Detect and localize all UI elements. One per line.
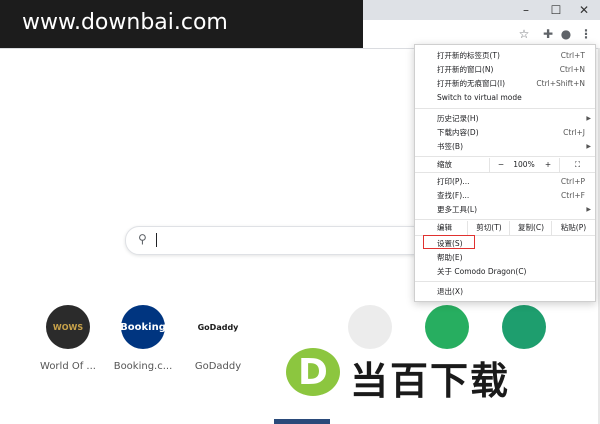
menu-separator — [415, 172, 595, 173]
menu-item-label: 查找(F)... — [437, 191, 470, 200]
shortcut-label: GoDaddy — [194, 361, 242, 372]
menu-item-label: 关于 Comodo Dragon(C) — [437, 267, 527, 276]
submenu-arrow-icon: ▶ — [586, 143, 591, 150]
menu-item-print[interactable]: 打印(P)... Ctrl+P — [415, 175, 595, 188]
menu-item-label: 打印(P)... — [437, 177, 470, 186]
shortcut-icon: WOWS — [46, 305, 90, 349]
menu-shortcut: Ctrl+N — [559, 65, 585, 74]
watermark-banner: www.downbai.com — [0, 0, 363, 48]
cut-button[interactable]: 剪切(T) — [467, 221, 510, 235]
menu-item-incognito[interactable]: 打开新的无痕窗口(I) Ctrl+Shift+N — [415, 77, 595, 90]
shortcut-label: World Of ... — [40, 361, 96, 372]
menu-item-label: 下载内容(D) — [437, 128, 479, 137]
menu-item-label: 打开新的无痕窗口(I) — [437, 79, 506, 88]
shortcut-tile[interactable]: WOWS World Of ... — [32, 305, 104, 372]
shortcut-icon: Booking — [120, 305, 166, 349]
menu-item-label: 退出(X) — [437, 287, 463, 296]
minimize-button[interactable]: – — [512, 0, 540, 20]
menu-separator — [415, 219, 595, 220]
shortcut-tile[interactable]: Booking Booking.c... — [107, 305, 179, 372]
shortcut-icon-text: GoDaddy — [197, 322, 239, 332]
bookmark-star-icon[interactable]: ☆ — [516, 26, 532, 42]
menu-item-new-window[interactable]: 打开新的窗口(N) Ctrl+N — [415, 63, 595, 76]
menu-item-exit[interactable]: 退出(X) — [415, 285, 595, 298]
taskbar-fragment — [274, 419, 330, 424]
menu-item-label: 缩放 — [437, 160, 452, 169]
shortcut-icon-partial[interactable] — [348, 305, 392, 349]
settings-highlight-box — [423, 235, 475, 249]
menu-item-virtual-mode[interactable]: Switch to virtual mode — [415, 91, 595, 104]
logo-text: 当百下载 — [350, 359, 511, 403]
logo-letter: D — [298, 351, 328, 393]
menu-shortcut: Ctrl+P — [560, 177, 585, 186]
menu-item-new-tab[interactable]: 打开新的标签页(T) Ctrl+T — [415, 49, 595, 62]
menu-item-downloads[interactable]: 下载内容(D) Ctrl+J — [415, 126, 595, 139]
submenu-arrow-icon: ▶ — [586, 206, 591, 213]
maximize-button[interactable]: ☐ — [542, 0, 570, 20]
menu-item-label: 更多工具(L) — [437, 205, 478, 214]
menu-separator — [415, 108, 595, 109]
menu-item-label: 历史记录(H) — [437, 114, 479, 123]
shortcut-icon-partial[interactable] — [502, 305, 546, 349]
shortcut-icon-text: Booking — [120, 321, 166, 333]
menu-icon[interactable]: ⋮ — [578, 26, 594, 42]
extensions-icon[interactable]: ✚ — [540, 26, 556, 42]
menu-separator — [415, 281, 595, 282]
search-icon: ⚲ — [138, 232, 147, 246]
menu-shortcut: Ctrl+F — [561, 191, 585, 200]
menu-shortcut: Ctrl+T — [560, 51, 585, 60]
browser-menu: 打开新的标签页(T) Ctrl+T 打开新的窗口(N) Ctrl+N 打开新的无… — [414, 44, 596, 302]
close-button[interactable]: ✕ — [570, 0, 598, 20]
shortcut-label: Booking.c... — [113, 361, 173, 372]
shortcut-icon: GoDaddy — [196, 305, 240, 349]
menu-shortcut: Ctrl+Shift+N — [536, 79, 585, 88]
menu-item-bookmarks[interactable]: 书签(B) ▶ — [415, 140, 595, 153]
brand-logo: D 当百下载 — [286, 346, 546, 403]
submenu-arrow-icon: ▶ — [586, 115, 591, 122]
menu-item-label: Switch to virtual mode — [437, 93, 522, 102]
shortcut-icon-text: WOWS — [52, 322, 84, 332]
menu-item-help[interactable]: 帮助(E) — [415, 251, 595, 264]
search-box[interactable]: ⚲ — [125, 226, 427, 255]
menu-separator — [415, 156, 595, 157]
menu-item-more-tools[interactable]: 更多工具(L) ▶ — [415, 203, 595, 216]
menu-item-about[interactable]: 关于 Comodo Dragon(C) — [415, 265, 595, 278]
menu-item-label: 编辑 — [437, 223, 452, 232]
menu-item-find[interactable]: 查找(F)... Ctrl+F — [415, 189, 595, 202]
menu-shortcut: Ctrl+J — [563, 128, 585, 137]
profile-icon[interactable]: ● — [558, 26, 574, 42]
shortcut-tile[interactable]: GoDaddy GoDaddy — [182, 305, 254, 372]
zoom-in-button[interactable]: + — [537, 158, 559, 172]
menu-item-label: 打开新的窗口(N) — [437, 65, 494, 74]
text-caret — [156, 233, 157, 247]
zoom-out-button[interactable]: − — [489, 158, 512, 172]
menu-item-label: 书签(B) — [437, 142, 463, 151]
menu-item-label: 帮助(E) — [437, 253, 463, 262]
logo-d-icon: D — [286, 348, 340, 396]
paste-button[interactable]: 粘贴(P) — [551, 221, 595, 235]
menu-item-history[interactable]: 历史记录(H) ▶ — [415, 112, 595, 125]
copy-button[interactable]: 复制(C) — [509, 221, 552, 235]
fullscreen-icon[interactable]: ⛶ — [559, 158, 595, 172]
zoom-level: 100% — [513, 160, 535, 169]
shortcut-icon-partial[interactable] — [425, 305, 469, 349]
menu-item-label: 打开新的标签页(T) — [437, 51, 500, 60]
